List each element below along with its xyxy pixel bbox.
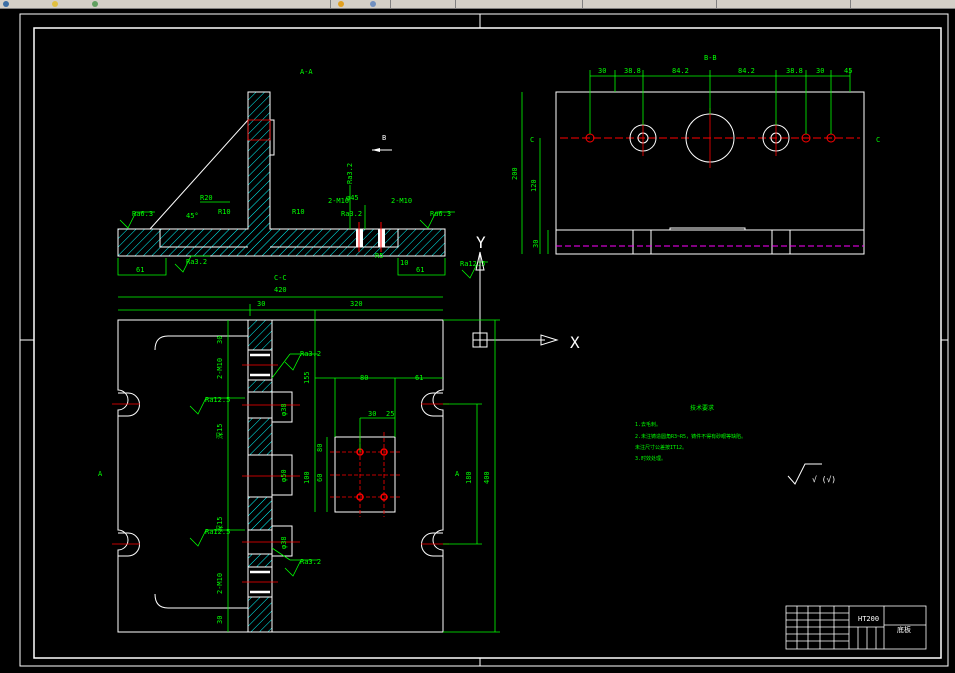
title-material: HT200 — [858, 615, 879, 623]
dim-cc-left-30: 30 — [216, 336, 224, 344]
note-1: 1.去毛刺。 — [635, 421, 661, 428]
dim-cc-hole-b: 2-M10 — [216, 573, 224, 594]
roughness-symbol: √ (√) — [787, 463, 836, 485]
rough-5: Ra12.5 — [460, 260, 485, 268]
note-3: 未注尺寸公差按IT12。 — [635, 444, 687, 451]
dim-2m10b: 2-M10 — [391, 197, 412, 205]
title-block: HT200 底板 — [785, 605, 927, 650]
view-bb-title: B-B — [704, 54, 717, 62]
dim-bb-top-2: 84.2 — [672, 67, 689, 75]
rough-4: Ra3.2 — [341, 210, 362, 218]
dim-bb-top-3: 84.2 — [738, 67, 755, 75]
rough-cc-3: Ra12.5 — [205, 528, 230, 536]
technical-notes: 技术要求 1.去毛刺。 2.未注铸造圆角R3~R5，铸件不得有砂眼等缺陷。 未注… — [635, 404, 746, 462]
view-cc-title: C-C — [274, 274, 287, 282]
dim-rough-vert: Ra3.2 — [346, 163, 354, 184]
dim-cc-80: 80 — [360, 374, 368, 382]
layer-icon[interactable] — [3, 1, 9, 7]
notes-title: 技术要求 — [690, 404, 714, 412]
section-c-right: C — [876, 136, 880, 144]
roughness-note: √ (√) — [812, 475, 836, 484]
dim-cc-61: 61 — [415, 374, 423, 382]
dim-cc-left-30b: 30 — [216, 616, 224, 624]
view-b-b: B-B C C 30 38.8 84.2 84.2 38.8 30 45 200… — [511, 54, 880, 255]
title-name: 底板 — [897, 625, 911, 634]
dim-r20: R20 — [200, 194, 213, 202]
view-aa-title: A-A — [300, 68, 313, 76]
dim-bb-top-0: 30 — [598, 67, 606, 75]
dim-cc-30b: 30 — [368, 410, 376, 418]
dim-bb-top-1: 38.8 — [624, 67, 641, 75]
rough-cc-2: Ra12.5 — [205, 396, 230, 404]
dim-61b: 61 — [416, 266, 424, 274]
dim-cc-hole-a: 2-M10 — [216, 358, 224, 379]
section-a-right: A — [455, 470, 460, 478]
view-aa-arrow-label: B — [382, 134, 386, 142]
dim-200: 200 — [511, 167, 519, 180]
dim-cc-phi-c: φ38 — [280, 536, 288, 549]
drawing-canvas[interactable]: A-A B R20 R10 R10 45° 61 61 10 Ra6.3 Ra3… — [0, 8, 955, 673]
dim-cc-155: 155 — [303, 371, 311, 384]
dim-61a: 61 — [136, 266, 144, 274]
dim-r10b: R10 — [292, 208, 305, 216]
note-2: 2.未注铸造圆角R3~R5，铸件不得有砂眼等缺陷。 — [635, 433, 746, 440]
dim-cc-30: 30 — [257, 300, 265, 308]
dim-cc-phi-b: φ50 — [280, 469, 288, 482]
dim-cc-60: 60 — [316, 474, 324, 482]
dim-r10: R10 — [218, 208, 231, 216]
dim-cc-400: 400 — [483, 471, 491, 484]
dim-10: 10 — [400, 259, 408, 267]
dim-phi45: φ45 — [346, 194, 359, 202]
dim-cc-100: 100 — [303, 471, 311, 484]
ucs-icon: Y X — [472, 233, 580, 352]
dim-bb-30: 30 — [532, 240, 540, 248]
dim-r5: R5 — [375, 252, 383, 260]
rough-cc-1: Ra3.2 — [300, 350, 321, 358]
section-a-left: A — [98, 470, 103, 478]
dim-320: 320 — [350, 300, 363, 308]
dim-cc-180: 180 — [465, 471, 473, 484]
dim-cc-25: 25 — [386, 410, 394, 418]
section-c-left: C — [530, 136, 534, 144]
dim-angle: 45° — [186, 212, 199, 220]
view-c-c: C-C 420 30 320 80 61 30 25 80 60 100 400… — [98, 274, 500, 633]
dim-420: 420 — [274, 286, 287, 294]
dim-cc-depth-a: 深15 — [215, 424, 224, 439]
dim-cc-80b: 80 — [316, 444, 324, 452]
note-4: 3.时效处理。 — [635, 455, 666, 462]
dim-120: 120 — [530, 179, 538, 192]
color-icon[interactable] — [52, 1, 58, 7]
dim-cc-phi-a: φ38 — [280, 403, 288, 416]
lineweight-icon[interactable] — [338, 1, 344, 7]
ucs-x-label: X — [570, 333, 580, 352]
view-a-a: A-A B R20 R10 R10 45° 61 61 10 Ra6.3 Ra3… — [117, 68, 488, 279]
ucs-y-label: Y — [476, 233, 486, 252]
dim-bb-top-4: 38.8 — [786, 67, 803, 75]
properties-icon[interactable] — [370, 1, 376, 7]
dim-bb-top-5: 30 — [816, 67, 824, 75]
rough-cc-4: Ra3.2 — [300, 558, 321, 566]
dim-bb-top-6: 45 — [844, 67, 852, 75]
linetype-icon[interactable] — [92, 1, 98, 7]
